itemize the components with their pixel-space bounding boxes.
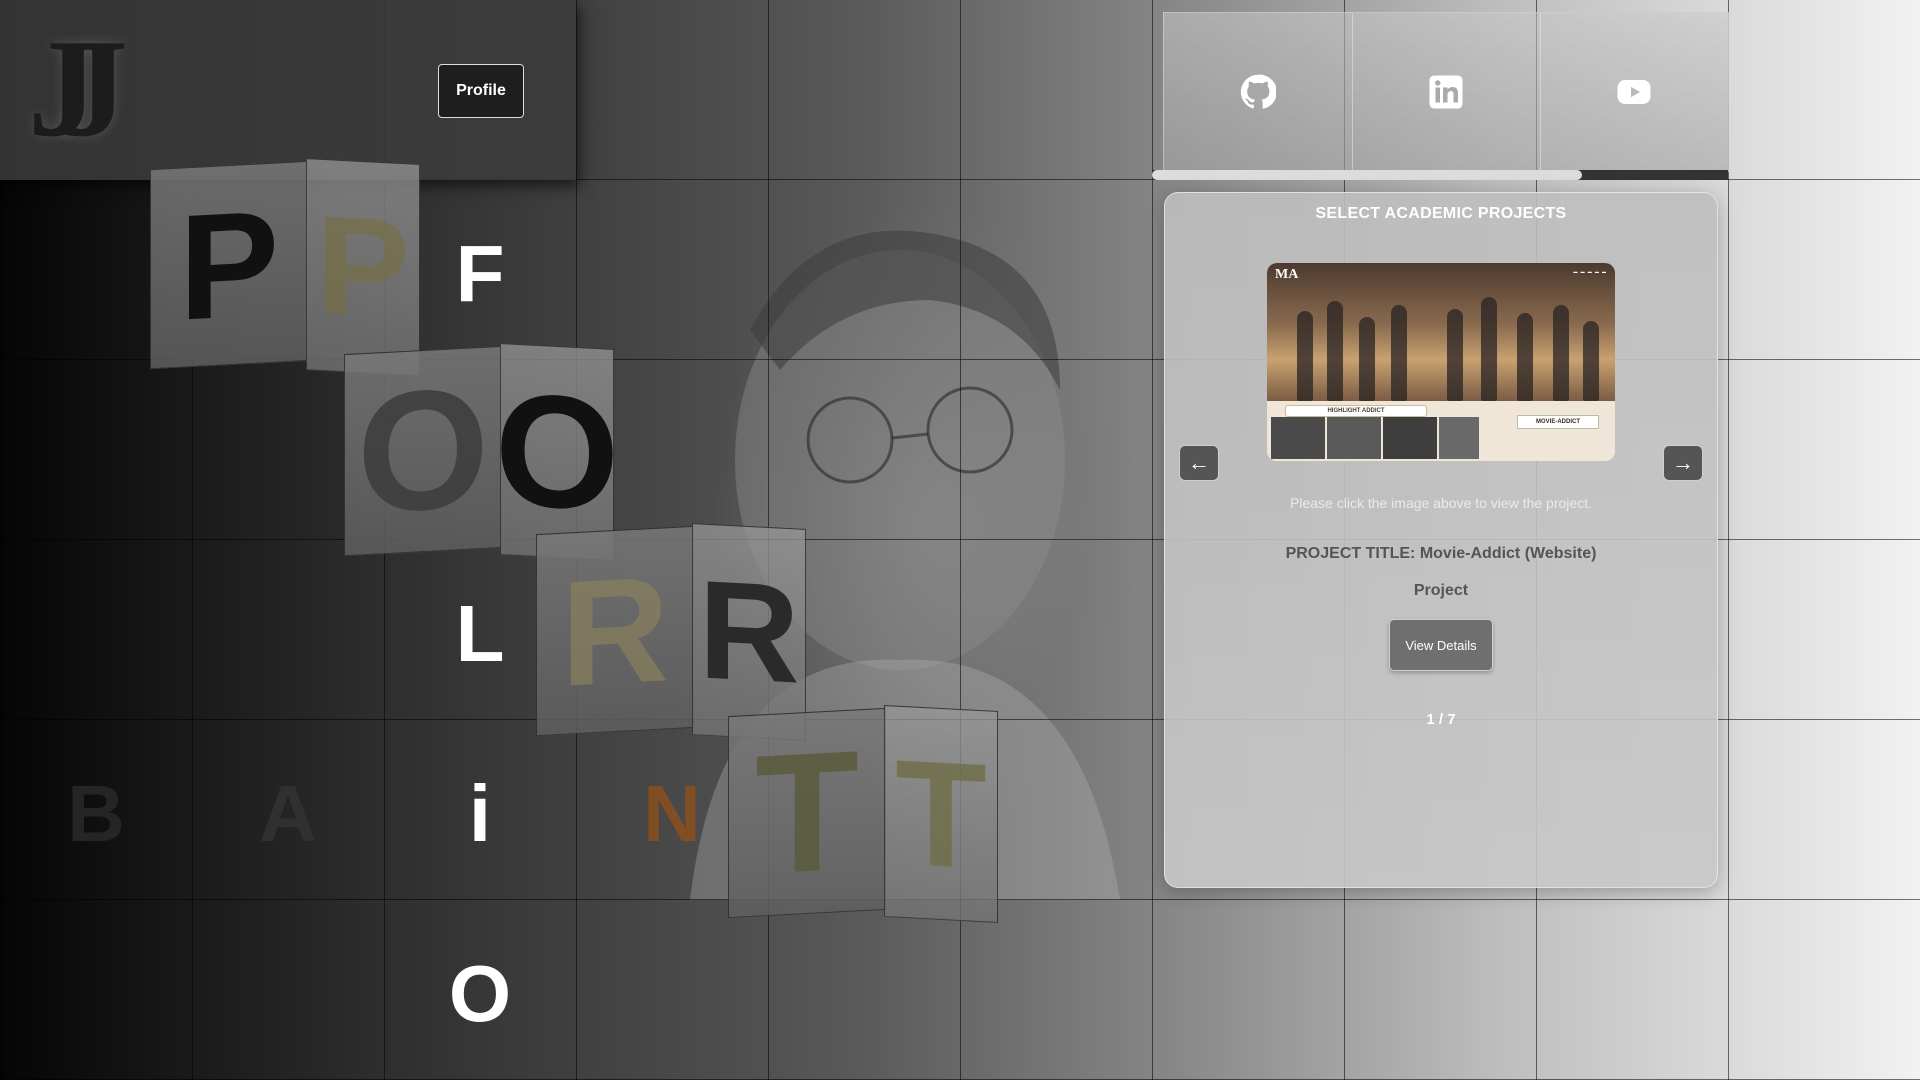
cube-o-front: O xyxy=(344,345,502,557)
cube-t-front: T xyxy=(728,707,886,919)
cube-p-side: P xyxy=(306,158,420,376)
letter-o-bottom: O xyxy=(448,949,512,1038)
github-icon xyxy=(1240,74,1276,109)
cube-p-front: P xyxy=(150,160,308,370)
project-pager: 1 / 7 xyxy=(1426,711,1456,728)
thumbnail xyxy=(1271,417,1325,459)
screenshot-highlight: HIGHLIGHT ADDICT xyxy=(1285,405,1427,417)
figure xyxy=(1297,311,1313,401)
figure xyxy=(1391,305,1407,401)
letter-a: A xyxy=(259,769,317,858)
thumbnail xyxy=(1439,417,1479,459)
figure xyxy=(1583,321,1599,401)
letter-i: i xyxy=(468,769,492,858)
thumbnail xyxy=(1383,417,1437,459)
project-title-label: PROJECT TITLE: xyxy=(1285,545,1416,562)
screenshot-side-label: MOVIE-ADDICT xyxy=(1517,415,1599,429)
figure xyxy=(1553,305,1569,401)
social-links-bar xyxy=(1163,12,1729,172)
youtube-link[interactable] xyxy=(1540,13,1728,171)
project-title-line2: Project xyxy=(1413,582,1469,599)
letter-l: L xyxy=(455,589,505,678)
project-hint: Please click the image above to view the… xyxy=(1290,495,1592,511)
project-title: PROJECT TITLE: Movie-Addict (Website) Pr… xyxy=(1165,535,1717,609)
prev-project-button[interactable]: ← xyxy=(1179,445,1219,481)
panel-title: SELECT ACADEMIC PROJECTS xyxy=(1315,205,1567,222)
thumbnail xyxy=(1327,417,1381,459)
academic-projects-panel: SELECT ACADEMIC PROJECTS MA ▬ ▬ ▬ ▬ ▬ HI… xyxy=(1164,192,1718,888)
social-scrollbar[interactable] xyxy=(1152,170,1728,180)
screenshot-nav: ▬ ▬ ▬ ▬ ▬ xyxy=(1573,269,1607,274)
figure xyxy=(1517,313,1533,401)
figure xyxy=(1327,301,1343,401)
cube-r-front: R xyxy=(536,525,694,737)
letter-n: N xyxy=(643,769,701,858)
github-link[interactable] xyxy=(1164,13,1353,171)
cube-o-side: O xyxy=(500,343,614,561)
letter-f: F xyxy=(455,229,505,318)
youtube-icon xyxy=(1617,80,1651,104)
figure xyxy=(1481,297,1497,401)
scrollbar-thumb[interactable] xyxy=(1152,170,1582,180)
screenshot-content: HIGHLIGHT ADDICT MOVIE-ADDICT xyxy=(1267,401,1615,461)
cube-t-side: T xyxy=(884,705,998,923)
cube-r-side: R xyxy=(692,523,806,741)
next-project-button[interactable]: → xyxy=(1663,445,1703,481)
view-details-button[interactable]: View Details xyxy=(1389,619,1493,671)
site-logo[interactable]: JJ xyxy=(28,14,168,164)
screenshot-logo: MA xyxy=(1275,267,1299,282)
figure xyxy=(1447,309,1463,401)
figure xyxy=(1359,317,1375,401)
linkedin-link[interactable] xyxy=(1352,13,1541,171)
profile-button[interactable]: Profile xyxy=(438,64,524,118)
project-title-value: Movie-Addict (Website) xyxy=(1419,545,1597,562)
linkedin-icon xyxy=(1429,75,1463,109)
letter-b: B xyxy=(67,769,125,858)
screenshot-banner xyxy=(1267,263,1615,401)
project-screenshot[interactable]: MA ▬ ▬ ▬ ▬ ▬ HIGHLIGHT ADDICT MOVIE-ADDI… xyxy=(1267,263,1615,461)
